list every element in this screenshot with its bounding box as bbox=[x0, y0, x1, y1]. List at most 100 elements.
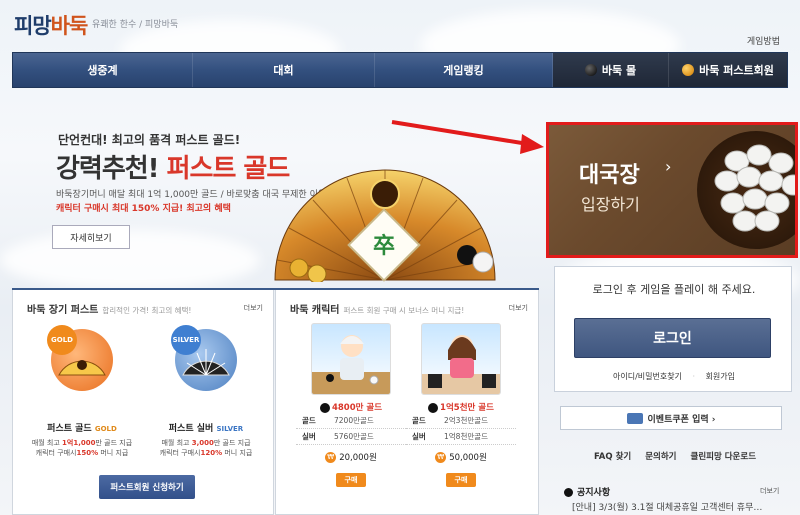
nav-label: 대회 bbox=[273, 64, 294, 77]
panel-subtitle: 합리적인 가격! 최고의 혜택! bbox=[102, 306, 192, 315]
gold-name-text: 퍼스트 골드 bbox=[47, 424, 92, 434]
notice-more-link[interactable]: 더보기 bbox=[760, 486, 779, 496]
login-panel: 로그인 후 게임을 플레이 해 주세요. 로그인 아이디/비밀번호찾기 · 회원… bbox=[554, 266, 792, 392]
notice-title: 공지사항 bbox=[564, 485, 610, 498]
enter-subtitle: 입장하기 bbox=[581, 195, 640, 214]
desc-text: 만 골드 지급 bbox=[95, 439, 133, 447]
header: 피망바둑 유쾌한 한수 / 피망바둑 게임방법 bbox=[0, 0, 800, 52]
first-pass-panel: 바둑 장기 퍼스트 합리적인 가격! 최고의 혜택! 더보기 GOLD 퍼스트 골… bbox=[12, 288, 274, 515]
panel-title-text: 바둑 장기 퍼스트 bbox=[27, 305, 99, 316]
desc-highlight: 1억1,000 bbox=[62, 439, 96, 447]
row-value: 2억3천만골드 bbox=[444, 416, 489, 425]
desc-highlight: 3,000 bbox=[191, 439, 214, 447]
price-text: 4800만 골드 bbox=[331, 403, 383, 413]
won-text: 50,000원 bbox=[449, 453, 487, 463]
first-silver-item[interactable]: SILVER 퍼스트 실버 SILVER 매월 최고 3,000만 골드 지급 … bbox=[151, 325, 261, 458]
stone-bowl-icon bbox=[697, 131, 795, 249]
first-gold-item[interactable]: GOLD 퍼스트 골드 GOLD 매월 최고 1억1,000만 골드 지급 캐릭… bbox=[27, 325, 137, 458]
notice-icon bbox=[564, 488, 573, 497]
desc-text: 만 골드 지급 bbox=[213, 439, 251, 447]
find-account-link[interactable]: 아이디/비밀번호찾기 bbox=[613, 372, 682, 381]
apply-first-member-button[interactable]: 퍼스트회원 신청하기 bbox=[99, 475, 195, 499]
row-key: 실버 bbox=[302, 432, 316, 441]
coupon-icon bbox=[626, 412, 643, 424]
tagline: 유쾌한 한수 / 피망바둑 bbox=[92, 20, 179, 30]
desc-highlight: 150% bbox=[76, 449, 99, 458]
panel-title: 바둑 캐릭터 퍼스트 회원 구매 시 보너스 머니 지급! bbox=[290, 301, 464, 316]
quick-links: FAQ 찾기 문의하기 클린피망 다운로드 bbox=[560, 450, 790, 462]
character-item[interactable]: 1억5천만 골드 골드 2억3천만골드 실버 1억8천만골드 ₩50,000원 구매 bbox=[406, 323, 516, 487]
detail-button[interactable]: 자세히보기 bbox=[52, 225, 130, 249]
notice-title-text: 공지사항 bbox=[577, 488, 611, 498]
won-icon: ₩ bbox=[435, 452, 447, 463]
character-item[interactable]: 4800만 골드 골드 7200만골드 실버 5760만골드 ₩20,000원 구매 bbox=[296, 323, 406, 487]
hero-subtitle: 단언컨대! 최고의 품격 퍼스트 골드! bbox=[58, 133, 241, 147]
buy-button[interactable]: 구매 bbox=[336, 473, 366, 487]
silver-name-en: SILVER bbox=[216, 425, 244, 433]
enter-game-room-button[interactable]: 대국장 › 입장하기 bbox=[546, 122, 798, 258]
golden-fan-illustration: 卒 bbox=[274, 169, 496, 282]
desc-text: 캐릭터 구매시 bbox=[35, 449, 77, 458]
nav-item-ranking[interactable]: 게임랭킹 bbox=[375, 53, 553, 87]
gold-name: 퍼스트 골드 GOLD bbox=[27, 421, 137, 434]
hero-title-black: 강력추천! bbox=[56, 154, 160, 184]
silver-name: 퍼스트 실버 SILVER bbox=[151, 421, 261, 434]
clean-pmang-link[interactable]: 클린피망 다운로드 bbox=[691, 450, 757, 462]
chevron-right-icon: › bbox=[665, 157, 672, 176]
main-nav: 생중계 대회 게임랭킹 바둑 몰 바둑 퍼스트회원 bbox=[12, 52, 788, 88]
silver-desc: 매월 최고 3,000만 골드 지급 캐릭터 구매시120% 머니 지급 bbox=[151, 438, 261, 458]
nav-item-mall[interactable]: 바둑 몰 bbox=[553, 53, 669, 87]
logo[interactable]: 피망바둑 bbox=[14, 10, 89, 40]
won-icon: ₩ bbox=[325, 452, 337, 463]
svg-text:卒: 卒 bbox=[373, 233, 395, 259]
game-guide-link[interactable]: 게임방법 bbox=[747, 34, 780, 47]
desc-text: 캐릭터 구매시 bbox=[159, 449, 201, 458]
desc-text: 머니 지급 bbox=[222, 449, 253, 458]
nav-item-live[interactable]: 생중계 bbox=[13, 53, 193, 87]
desc-text: 머니 지급 bbox=[98, 449, 129, 458]
character-panel: 바둑 캐릭터 퍼스트 회원 구매 시 보너스 머니 지급! 더보기 4800만 골… bbox=[275, 288, 539, 515]
character-won-price: ₩20,000원 bbox=[296, 451, 406, 463]
go-stone-icon bbox=[584, 64, 597, 76]
gold-bonus-row: 골드 7200만골드 bbox=[296, 413, 406, 429]
nav-label: 게임랭킹 bbox=[443, 64, 484, 77]
signup-link[interactable]: 회원가입 bbox=[706, 372, 735, 381]
coupon-label: 이벤트쿠폰 입력 › bbox=[647, 414, 716, 425]
row-value: 1억8천만골드 bbox=[444, 432, 489, 441]
panel-title-text: 바둑 캐릭터 bbox=[290, 305, 340, 316]
more-link[interactable]: 더보기 bbox=[509, 303, 528, 313]
nav-item-tournament[interactable]: 대회 bbox=[193, 53, 375, 87]
logo-text-1: 피망 bbox=[14, 14, 52, 38]
contact-link[interactable]: 문의하기 bbox=[645, 450, 676, 462]
arrow-icon bbox=[391, 120, 544, 154]
gold-bonus-row: 골드 2억3천만골드 bbox=[406, 413, 516, 429]
logo-text-2: 바둑 bbox=[50, 14, 89, 38]
won-text: 20,000원 bbox=[339, 453, 377, 463]
nav-label: 바둑 몰 bbox=[601, 64, 637, 77]
nav-item-first-member[interactable]: 바둑 퍼스트회원 bbox=[669, 53, 787, 87]
silver-fan-image: SILVER bbox=[171, 325, 237, 391]
notice-item[interactable]: [안내] 3/3(월) 3.1절 대체공휴일 고객센터 휴무… bbox=[572, 500, 762, 513]
desc-text: 매월 최고 bbox=[31, 439, 63, 447]
character-image bbox=[421, 323, 501, 395]
silver-name-text: 퍼스트 실버 bbox=[168, 424, 214, 434]
gold-fan-image: GOLD bbox=[47, 325, 113, 391]
login-links: 아이디/비밀번호찾기 · 회원가입 bbox=[555, 371, 793, 382]
row-value: 5760만골드 bbox=[334, 432, 374, 441]
silver-bonus-row: 실버 1억8천만골드 bbox=[406, 429, 516, 445]
login-button[interactable]: 로그인 bbox=[574, 318, 771, 358]
row-value: 7200만골드 bbox=[334, 416, 374, 425]
hero-desc-highlight: 캐릭터 구매시 최대 150% 지급! 최고의 혜택 bbox=[56, 204, 231, 214]
coupon-button[interactable]: 이벤트쿠폰 입력 › bbox=[560, 406, 782, 430]
coin-icon bbox=[682, 64, 695, 76]
more-link[interactable]: 더보기 bbox=[244, 303, 263, 313]
buy-button[interactable]: 구매 bbox=[446, 473, 476, 487]
nav-label: 생중계 bbox=[87, 64, 118, 77]
nav-label: 바둑 퍼스트회원 bbox=[699, 64, 774, 77]
desc-text: 매월 최고 bbox=[161, 439, 192, 447]
faq-link[interactable]: FAQ 찾기 bbox=[594, 450, 631, 462]
row-key: 골드 bbox=[412, 416, 426, 425]
desc-highlight: 120% bbox=[200, 449, 223, 458]
character-image bbox=[311, 323, 391, 395]
go-stone-icon bbox=[319, 402, 330, 413]
